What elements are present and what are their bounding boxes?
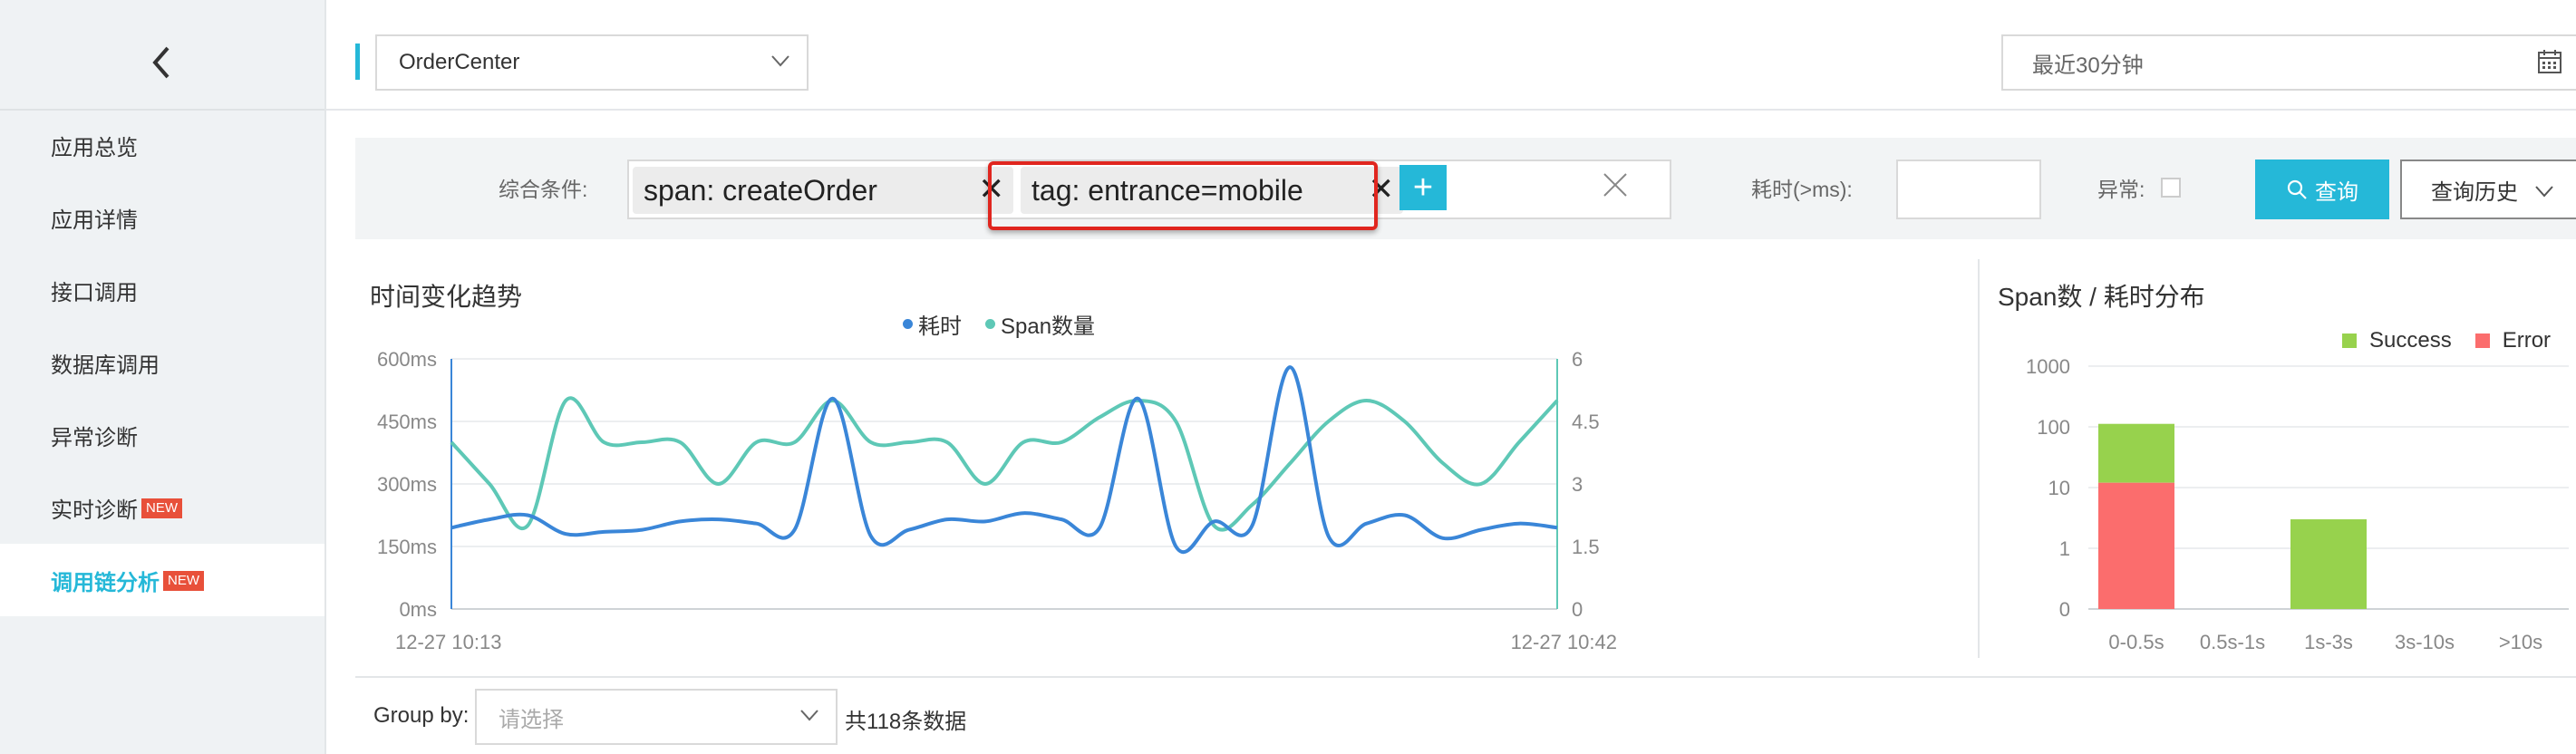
highlight-box — [988, 161, 1378, 230]
duration-series-line — [450, 365, 1558, 555]
chevron-left-icon — [152, 46, 169, 79]
calendar-icon[interactable] — [2538, 49, 2561, 74]
add-condition-button[interactable]: + — [1399, 165, 1447, 210]
y-tick-label: 0 — [2059, 598, 2070, 621]
filter-bar: 综合条件: span: createOrder ✕ tag: entrance=… — [355, 138, 2576, 239]
new-badge: NEW — [141, 498, 182, 518]
y-right-tick-label: 6 — [1572, 348, 1583, 371]
condition-tag-span[interactable]: span: createOrder ✕ — [633, 167, 1013, 214]
legend-dot-span-count — [985, 319, 995, 329]
section-divider — [355, 676, 2576, 678]
sidebar-item[interactable]: 异常诊断 — [0, 399, 324, 471]
sidebar-item[interactable]: 调用链分析 NEW — [0, 544, 324, 616]
app-select[interactable]: OrderCenter — [375, 34, 809, 91]
x-tick-label: 0-0.5s — [2108, 631, 2164, 653]
clear-icon[interactable] — [1601, 170, 1630, 199]
main-area: OrderCenter 最近30分钟 综合条件: span: createOrd… — [326, 0, 2576, 754]
dist-chart: 100010010100-0.5s 0.5s-1s 1s-3s 3s-10s >10s — [2026, 355, 2569, 653]
back-button[interactable] — [0, 16, 324, 111]
x-tick-label: 12-27 10:42 — [1511, 631, 1617, 653]
search-icon — [2287, 179, 2307, 199]
sidebar-item[interactable]: 接口调用 — [0, 254, 324, 326]
sidebar-item-label: 接口调用 — [51, 280, 138, 305]
query-button[interactable]: 查询 — [2255, 160, 2389, 219]
y-left-tick-label: 600ms — [377, 348, 437, 371]
y-left-tick-label: 300ms — [377, 473, 437, 496]
sidebar-item[interactable]: 数据库调用 — [0, 326, 324, 399]
x-tick-label: 0.5s-1s — [2200, 631, 2265, 653]
chevron-down-icon — [771, 55, 789, 67]
sidebar-item-label: 数据库调用 — [51, 353, 160, 378]
exception-label: 异常: — [2097, 178, 2145, 201]
time-range-value: 最近30分钟 — [2032, 53, 2144, 78]
sidebar-item[interactable]: 应用总览 — [0, 109, 324, 181]
history-button-label: 查询历史 — [2431, 179, 2518, 205]
app-select-value: OrderCenter — [399, 50, 520, 74]
sidebar-item-label: 实时诊断 — [51, 498, 138, 523]
sidebar-item-label: 应用详情 — [51, 208, 138, 233]
query-button-label: 查询 — [2315, 179, 2358, 205]
span-count-series-line — [450, 396, 1559, 532]
error-bar — [2098, 482, 2174, 609]
trend-chart-title: 时间变化趋势 — [370, 283, 523, 311]
duration-label: 耗时(>ms): — [1751, 178, 1853, 201]
chevron-down-icon — [2535, 186, 2553, 198]
sidebar-item-label: 调用链分析 — [51, 570, 160, 595]
success-bar — [2098, 423, 2174, 483]
trend-chart: 600ms 6 450ms 4.5 300ms 3 150ms 1.5 0ms 0 12-27 10… — [377, 348, 1617, 653]
accent-bar — [355, 44, 360, 80]
duration-input[interactable] — [1896, 160, 2041, 219]
history-button[interactable]: 查询历史 — [2400, 160, 2576, 219]
group-by-placeholder: 请选择 — [499, 707, 564, 732]
condition-label: 综合条件: — [499, 178, 588, 201]
x-tick-label: 3s-10s — [2395, 631, 2455, 653]
x-tick-label: 12-27 10:13 — [395, 631, 501, 653]
x-tick-label: 1s-3s — [2304, 631, 2353, 653]
top-bar: OrderCenter 最近30分钟 — [326, 0, 2576, 111]
success-bar — [2290, 519, 2367, 609]
legend-dot-duration — [903, 319, 913, 329]
sidebar-item-label: 异常诊断 — [51, 425, 138, 450]
plus-icon: + — [1412, 168, 1434, 207]
y-tick-label: 10 — [2048, 477, 2070, 499]
y-tick-label: 1 — [2059, 537, 2070, 560]
y-right-tick-label: 0 — [1572, 598, 1583, 621]
y-right-tick-label: 4.5 — [1572, 411, 1600, 433]
y-left-tick-label: 0ms — [399, 598, 437, 621]
group-by-label: Group by: — [373, 703, 470, 728]
sidebar-item[interactable]: 实时诊断 NEW — [0, 471, 324, 544]
sidebar: 应用总览 应用详情 接口调用 数据库调用 异常诊断 实时诊断 NEW 调用链分析 NEW — [0, 0, 326, 754]
y-right-tick-label: 1.5 — [1572, 536, 1600, 558]
time-range-select[interactable]: 最近30分钟 — [2001, 34, 2576, 91]
result-count: 共118条数据 — [845, 710, 967, 734]
sidebar-item-label: 应用总览 — [51, 135, 138, 160]
y-left-tick-label: 150ms — [377, 536, 437, 558]
y-tick-label: 1000 — [2026, 355, 2070, 378]
exception-checkbox[interactable] — [2161, 178, 2181, 198]
y-left-tick-label: 450ms — [377, 411, 437, 433]
dist-chart-title: Span数 / 耗时分布 — [1998, 283, 2205, 311]
sidebar-item[interactable]: 应用详情 — [0, 181, 324, 254]
y-tick-label: 100 — [2037, 416, 2070, 439]
x-tick-label: >10s — [2499, 631, 2542, 653]
chevron-down-icon — [800, 710, 818, 721]
y-right-tick-label: 3 — [1572, 473, 1583, 496]
new-badge: NEW — [163, 571, 204, 591]
group-by-select[interactable]: 请选择 — [475, 689, 838, 745]
tag-label: span: createOrder — [644, 173, 877, 207]
